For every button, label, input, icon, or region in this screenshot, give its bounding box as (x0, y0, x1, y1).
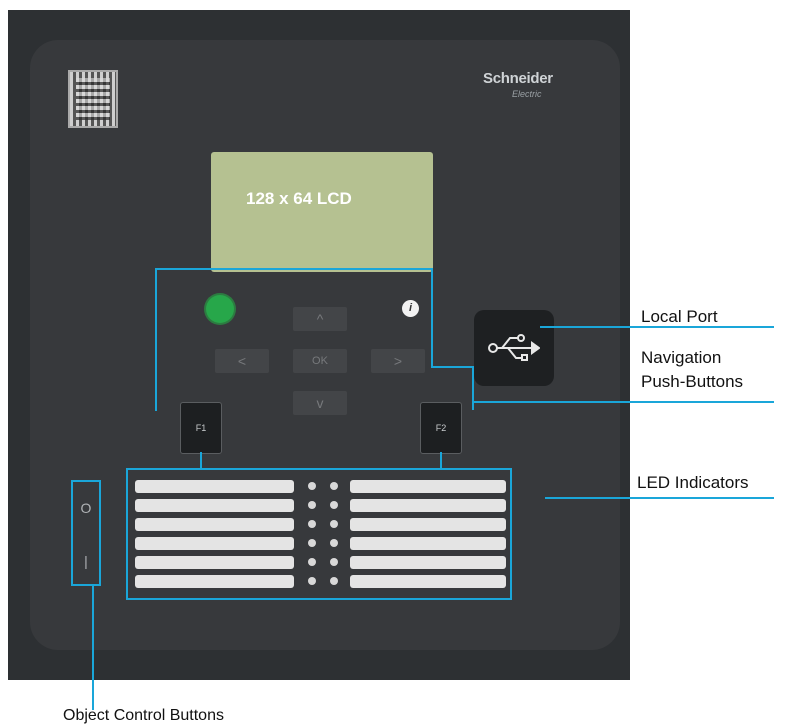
led-label-strip (350, 556, 506, 569)
led-dot (308, 539, 316, 547)
f1-connector (200, 452, 202, 468)
nav-down-button[interactable]: v (293, 391, 347, 415)
nav-bracket-left (155, 268, 157, 411)
nav-bracket-right (431, 268, 433, 368)
brand-logo: Schneider (483, 70, 553, 87)
led-label-strip (350, 518, 506, 531)
nav-ok-button[interactable]: OK (293, 349, 347, 373)
nav-left-button[interactable]: < (215, 349, 269, 373)
lcd-display: 128 x 64 LCD (211, 152, 433, 272)
led-dot (330, 520, 338, 528)
led-label-strip (135, 518, 294, 531)
nav-leader (472, 401, 774, 403)
led-dot (330, 577, 338, 585)
object-leader (92, 586, 94, 710)
led-label-strip (350, 575, 506, 588)
led-dot (308, 520, 316, 528)
nav-right-button[interactable]: > (371, 349, 425, 373)
local-port[interactable] (474, 310, 554, 386)
led-leader (545, 497, 774, 499)
led-dot (308, 501, 316, 509)
led-dot (308, 558, 316, 566)
nav-up-button[interactable]: ^ (293, 307, 347, 331)
led-label-strip (135, 499, 294, 512)
led-indicators-label: LED Indicators (637, 473, 749, 492)
object-control-label: Object Control Buttons (63, 707, 224, 724)
object-close-button[interactable]: | (73, 553, 99, 569)
led-dot (330, 501, 338, 509)
qr-code (68, 70, 118, 128)
led-dot (308, 482, 316, 490)
led-label-strip (135, 575, 294, 588)
healthy-led (206, 295, 234, 323)
object-control-frame (71, 480, 101, 586)
led-dot (308, 577, 316, 585)
led-label-strip (350, 499, 506, 512)
led-label-strip (135, 537, 294, 550)
led-label-strip (350, 537, 506, 550)
info-icon[interactable]: i (402, 300, 419, 317)
local-port-label: Local Port (641, 307, 718, 326)
navigation-label: Navigation (641, 348, 722, 367)
nav-bracket-mid (431, 366, 474, 368)
brand-logo-sub: Electric (512, 89, 542, 99)
led-dot (330, 539, 338, 547)
nav-bracket-top (155, 268, 433, 270)
usb-icon (488, 334, 540, 361)
led-label-strip (135, 556, 294, 569)
f1-button[interactable]: F1 (180, 402, 222, 454)
nav-bracket-drop (472, 366, 474, 410)
navigation-label-2: Push-Buttons (641, 372, 744, 391)
led-label-strip (350, 480, 506, 493)
f2-connector (440, 452, 442, 468)
led-label-strip (135, 480, 294, 493)
f2-button[interactable]: F2 (420, 402, 462, 454)
led-dot (330, 482, 338, 490)
led-dot (330, 558, 338, 566)
object-open-button[interactable]: O (73, 500, 99, 516)
lcd-label: 128 x 64 LCD (246, 189, 352, 208)
